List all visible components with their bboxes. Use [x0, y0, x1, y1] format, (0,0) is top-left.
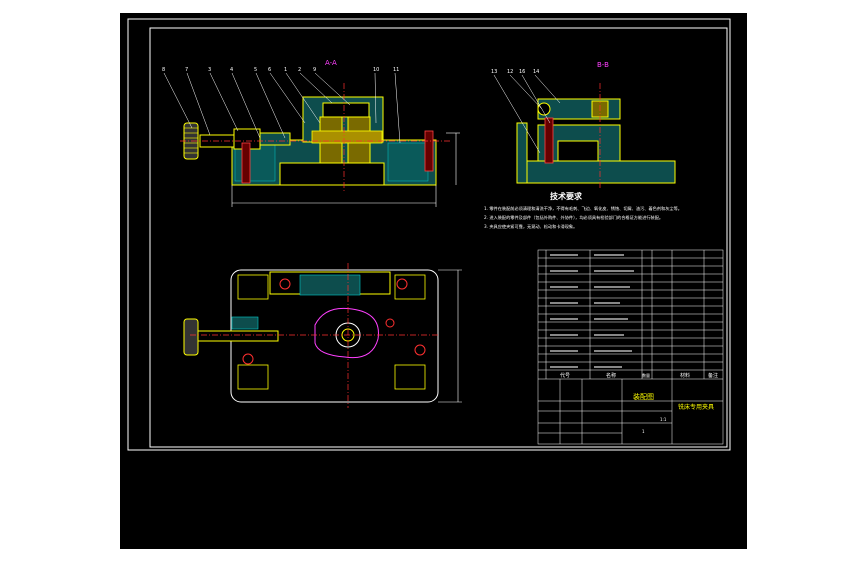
svg-text:4: 4	[230, 67, 233, 73]
side-section-view: 13 12 16 14 B-B	[491, 61, 676, 189]
parts-list	[537, 249, 724, 445]
svg-text:3: 3	[208, 67, 211, 73]
svg-text:10: 10	[373, 67, 379, 73]
svg-text:9: 9	[313, 67, 316, 73]
svg-text:12: 12	[507, 69, 513, 75]
cad-viewport[interactable]: 873 456 129 10 11 A-A 13 12 16 14 B-B 技术要求 1…	[120, 13, 747, 549]
tech-note-2: 2. 进入装配的零件及部件（包括外购件、外协件），均必须具有检验部门的合格证方能…	[484, 214, 663, 221]
drawing-name: 装配图	[633, 392, 654, 401]
parts-list-rows	[550, 254, 634, 368]
tech-note-3: 3. 夹具应使夹紧可靠，无晃动、松动和卡滞现象。	[484, 223, 577, 230]
plan-view	[183, 263, 462, 408]
svg-text:2: 2	[298, 67, 301, 73]
technical-requirements: 技术要求 1. 零件在装配前必须清理和清洗干净，不得有毛刺、飞边、氧化皮、锈蚀、…	[484, 191, 682, 230]
scale: 1:1	[660, 417, 667, 422]
tech-note-1: 1. 零件在装配前必须清理和清洗干净，不得有毛刺、飞边、氧化皮、锈蚀、切屑、油污…	[484, 205, 682, 212]
svg-text:8: 8	[162, 67, 165, 73]
sheet: 1	[642, 429, 645, 434]
svg-text:1: 1	[284, 67, 287, 73]
svg-text:6: 6	[268, 67, 271, 73]
front-section-view: 8 7 3 4 5 6 1 2 9 10 11 A-A	[162, 59, 460, 207]
header-material: 材料	[680, 372, 690, 379]
part-name: 铣床专用夹具	[678, 403, 714, 411]
section-label-b: B-B	[597, 61, 609, 69]
svg-text:7: 7	[185, 67, 188, 73]
header-qty: 数量	[642, 372, 650, 378]
outer-frame	[127, 18, 731, 451]
svg-text:14: 14	[533, 69, 539, 75]
svg-text:16: 16	[519, 69, 525, 75]
header-note: 备注	[708, 372, 718, 379]
header-name: 名称	[606, 372, 616, 379]
header-code: 代号	[560, 372, 570, 379]
svg-text:13: 13	[491, 69, 497, 75]
section-label-ab: A-A	[325, 59, 337, 67]
svg-text:11: 11	[393, 67, 399, 73]
svg-text:5: 5	[254, 67, 257, 73]
assembly-drawing: 873 456 129 10 11 A-A 13 12 16 14 B-B 技术要求 1…	[127, 18, 731, 451]
tech-title: 技术要求	[550, 191, 583, 201]
